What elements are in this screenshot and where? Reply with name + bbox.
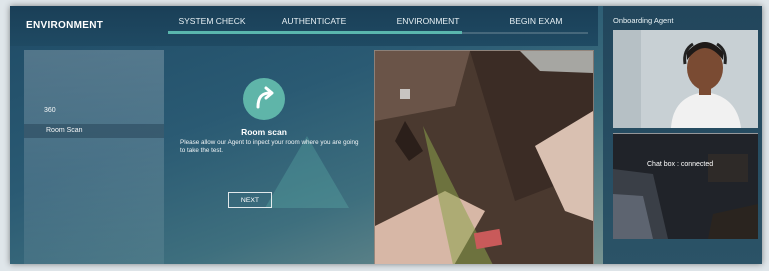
step-authenticate: AUTHENTICATE (281, 16, 347, 26)
sidebar-item-360[interactable]: 360 (44, 107, 56, 114)
agent-title: Onboarding Agent (613, 16, 674, 25)
next-button[interactable]: NEXT (228, 192, 272, 208)
step-environment: ENVIRONMENT (396, 16, 460, 26)
exam-onboarding-window: ENVIRONMENT SYSTEM CHECK AUTHENTICATE EN… (10, 6, 762, 264)
header-bar: ENVIRONMENT SYSTEM CHECK AUTHENTICATE EN… (10, 6, 598, 46)
agent-panel: Onboarding Agent Chat box : connected (603, 6, 762, 264)
sidebar-item-room-scan[interactable]: Room Scan (24, 124, 164, 138)
chat-status: Chat box : connected (647, 161, 714, 168)
room-scan-description: Please allow our Agent to inpect your ro… (180, 139, 359, 154)
room-scan-title: Room scan (241, 127, 287, 137)
webcam-feed (374, 50, 594, 264)
progress-fill (168, 31, 462, 34)
room-scan-panel: Room scan Please allow our Agent to inpe… (168, 50, 373, 264)
step-begin-exam: BEGIN EXAM (509, 16, 563, 26)
page-title: ENVIRONMENT (26, 20, 104, 31)
rotate-arrow-icon (243, 78, 285, 120)
agent-video (613, 30, 758, 128)
sidebar: 360 Room Scan (24, 50, 164, 264)
chat-box-video: Chat box : connected (613, 133, 758, 239)
step-system-check: SYSTEM CHECK (178, 16, 246, 26)
step-progress: SYSTEM CHECK AUTHENTICATE ENVIRONMENT BE… (168, 6, 588, 46)
